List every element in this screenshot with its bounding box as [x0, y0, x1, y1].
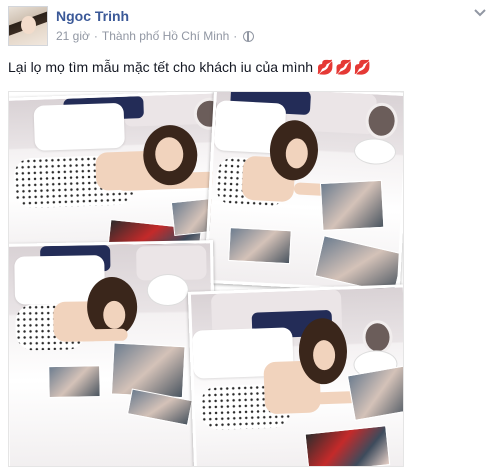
post-text: Lại lọ mọ tìm mẫu mặc tết cho khách iu c…: [8, 58, 372, 76]
arm: [87, 328, 128, 342]
photo-1[interactable]: [9, 92, 236, 263]
post-time[interactable]: 21 giờ: [56, 29, 90, 43]
globe-icon[interactable]: [243, 30, 255, 42]
post-message: Lại lọ mọ tìm mẫu mặc tết cho khách iu c…: [8, 59, 314, 75]
magazine: [48, 365, 101, 399]
meta-separator: ·: [233, 29, 238, 43]
magazine: [304, 425, 391, 466]
post-header: Ngoc Trinh 21 giờ · Thành phố Hồ Chí Min…: [8, 6, 488, 48]
avatar-face: [21, 16, 36, 34]
avatar[interactable]: [8, 6, 48, 46]
photo-2[interactable]: [203, 92, 403, 293]
photo-collage: [8, 91, 404, 467]
magazine: [228, 227, 292, 265]
magazine: [319, 179, 385, 231]
face: [103, 300, 126, 330]
magazine: [110, 342, 186, 399]
author-name[interactable]: Ngoc Trinh: [56, 8, 129, 24]
lips-emoji: 💋💋💋: [316, 59, 373, 75]
photo-3[interactable]: [9, 240, 217, 466]
pillow: [33, 102, 126, 151]
photo-4[interactable]: [187, 284, 403, 466]
post-location[interactable]: Thành phố Hồ Chí Minh: [102, 29, 229, 43]
post-meta: 21 giờ · Thành phố Hồ Chí Minh ·: [56, 29, 255, 43]
magazine: [346, 365, 403, 421]
meta-separator: ·: [93, 29, 98, 43]
chevron-down-icon[interactable]: [474, 8, 488, 18]
